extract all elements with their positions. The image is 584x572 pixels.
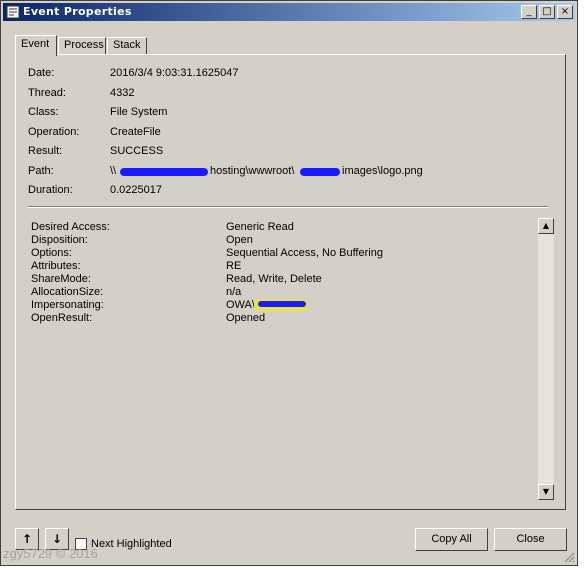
scroll-up-button[interactable]: ▲ bbox=[538, 218, 554, 234]
watermark: zgy5729 © 2016 bbox=[3, 546, 98, 561]
detail-key: AllocationSize: bbox=[31, 286, 104, 298]
detail-value: n/a bbox=[226, 286, 242, 298]
date-label: Date: bbox=[28, 67, 55, 79]
path-middle: hosting\wwwroot\ bbox=[210, 165, 295, 177]
details-scrollbar[interactable]: ▲ ▼ bbox=[538, 218, 554, 500]
app-icon bbox=[6, 5, 20, 19]
result-label: Result: bbox=[28, 145, 63, 157]
detail-value: RE bbox=[226, 260, 242, 272]
detail-key: Attributes: bbox=[31, 260, 81, 272]
class-value: File System bbox=[110, 106, 168, 118]
thread-label: Thread: bbox=[28, 87, 66, 99]
redaction-mark bbox=[300, 168, 340, 176]
resize-grip-icon[interactable] bbox=[563, 551, 575, 563]
detail-key: Options: bbox=[31, 247, 72, 259]
thread-value: 4332 bbox=[110, 87, 135, 99]
tab-process[interactable]: Process bbox=[58, 37, 106, 54]
close-window-button[interactable]: × bbox=[557, 5, 573, 19]
detail-value: OWA\ bbox=[226, 299, 255, 311]
result-value: SUCCESS bbox=[110, 145, 164, 157]
detail-key: ShareMode: bbox=[31, 273, 91, 285]
duration-value: 0.0225017 bbox=[110, 184, 162, 196]
details-list: Desired Access: Generic Read Disposition… bbox=[24, 213, 554, 503]
operation-value: CreateFile bbox=[110, 126, 161, 138]
detail-key: Impersonating: bbox=[31, 299, 104, 311]
scroll-down-button[interactable]: ▼ bbox=[538, 484, 554, 500]
detail-value: Open bbox=[226, 234, 253, 246]
redaction-mark bbox=[258, 301, 306, 307]
redaction-mark bbox=[120, 168, 208, 176]
detail-key: OpenResult: bbox=[31, 312, 93, 324]
tab-stack[interactable]: Stack bbox=[107, 37, 147, 54]
title-bar[interactable]: Event Properties _ □ × bbox=[3, 3, 575, 21]
next-highlighted-label[interactable]: Next Highlighted bbox=[91, 538, 172, 550]
path-suffix: images\logo.png bbox=[342, 165, 423, 177]
operation-label: Operation: bbox=[28, 126, 80, 138]
copy-all-button[interactable]: Copy All bbox=[415, 528, 488, 551]
path-label: Path: bbox=[28, 165, 54, 177]
date-value: 2016/3/4 9:03:31.1625047 bbox=[110, 67, 239, 79]
detail-key: Desired Access: bbox=[31, 221, 110, 233]
class-label: Class: bbox=[28, 106, 59, 118]
maximize-button[interactable]: □ bbox=[539, 5, 555, 19]
path-prefix: \\ bbox=[110, 165, 117, 177]
window-title: Event Properties bbox=[23, 5, 132, 18]
section-divider bbox=[28, 206, 548, 208]
event-properties-window: Event Properties _ □ × Event Process Sta… bbox=[0, 0, 578, 566]
close-button[interactable]: Close bbox=[494, 528, 567, 551]
event-tab-panel: Date: 2016/3/4 9:03:31.1625047 Thread: 4… bbox=[15, 54, 566, 510]
detail-key: Disposition: bbox=[31, 234, 88, 246]
detail-value: Sequential Access, No Buffering bbox=[226, 247, 383, 259]
detail-value: Generic Read bbox=[226, 221, 294, 233]
minimize-button[interactable]: _ bbox=[521, 5, 537, 19]
detail-value: Opened bbox=[226, 312, 266, 324]
tab-event[interactable]: Event bbox=[15, 35, 57, 56]
duration-label: Duration: bbox=[28, 184, 73, 196]
detail-value: Read, Write, Delete bbox=[226, 273, 322, 285]
